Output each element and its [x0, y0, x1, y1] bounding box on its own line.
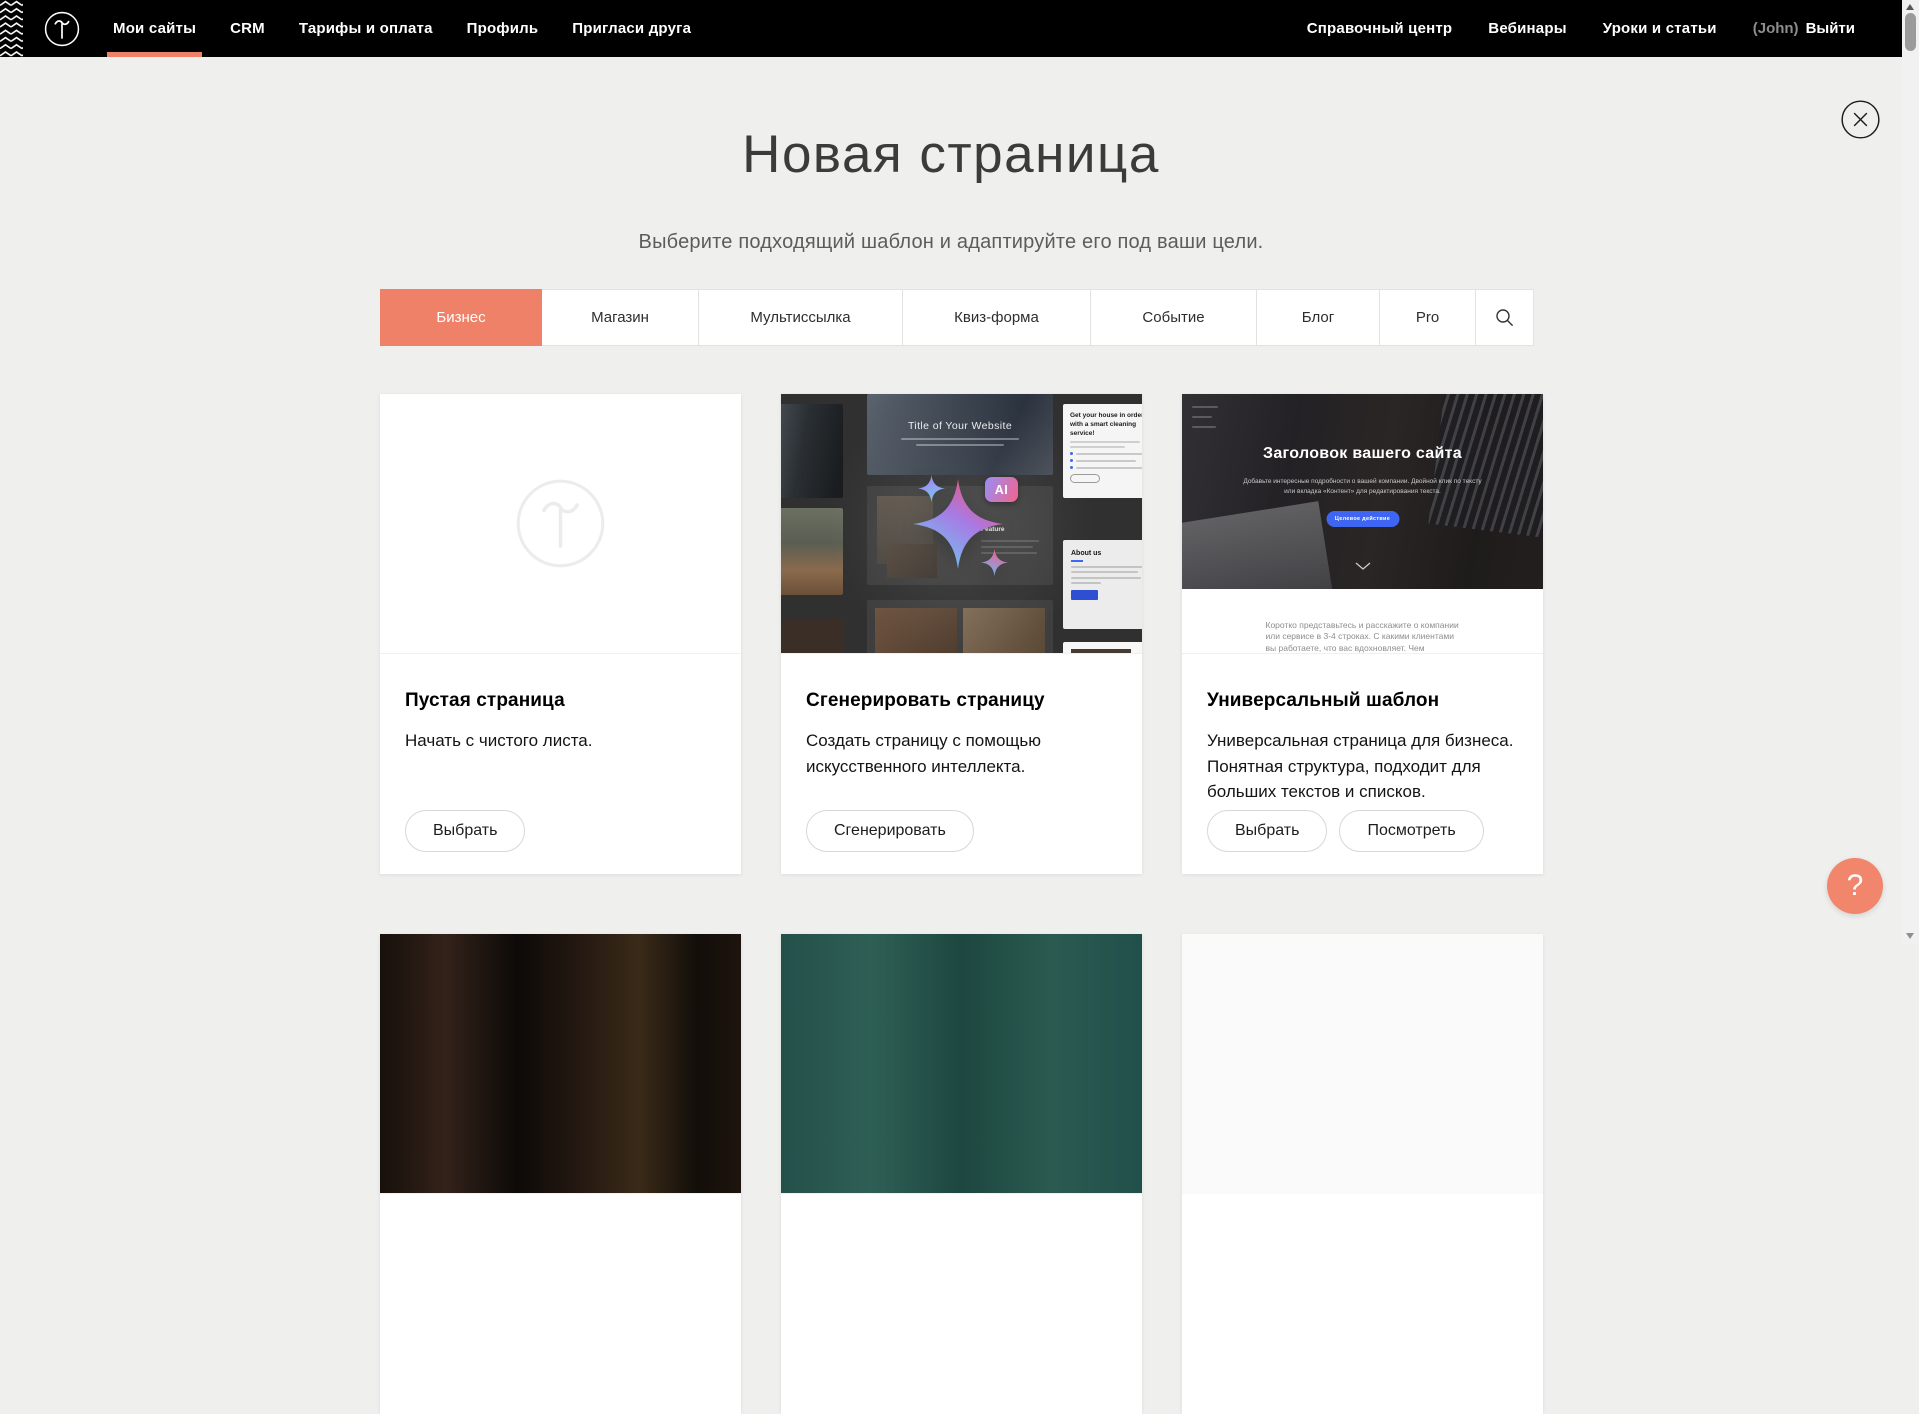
help-button[interactable]: ?: [1827, 858, 1883, 914]
tab-multilink[interactable]: Мультиссылка: [699, 289, 903, 346]
card-description: Начать с чистого листа.: [405, 728, 716, 754]
preview-body-text: Коротко представьтесь и расскажите о ком…: [1266, 620, 1460, 654]
card-description: Универсальная страница для бизнеса. Поня…: [1207, 728, 1518, 805]
search-icon: [1495, 308, 1514, 327]
generate-button[interactable]: Сгенерировать: [806, 810, 974, 852]
template-preview: [380, 934, 741, 1194]
scrollbar-up-arrow-icon[interactable]: [1906, 4, 1914, 10]
preview-tile-heading: Get your house in order with a smart cle…: [1070, 412, 1142, 438]
ai-sparkle-small-icon: [918, 475, 945, 502]
logout-link[interactable]: Выйти: [1806, 20, 1855, 37]
primary-menu: Мои сайты CRM Тарифы и оплата Профиль Пр…: [113, 0, 691, 57]
scrollbar-thumb[interactable]: [1905, 13, 1916, 51]
preview-button[interactable]: Посмотреть: [1339, 810, 1483, 852]
blank-page-preview: [380, 394, 741, 654]
question-mark-icon: ?: [1847, 869, 1864, 903]
nav-item-crm[interactable]: CRM: [230, 0, 265, 57]
preview-about-tile: About us: [1063, 540, 1142, 629]
preview-gallery-tile: [867, 600, 1053, 654]
nav-item-invite-friend[interactable]: Пригласи друга: [572, 0, 691, 57]
ai-badge: AI: [985, 477, 1018, 502]
preview-photo-tile: [781, 508, 843, 595]
zigzag-pattern-decoration: [0, 0, 23, 57]
chevron-down-icon: [1355, 562, 1371, 570]
template-card[interactable]: [380, 934, 741, 1414]
user-logout[interactable]: (John) Выйти: [1753, 0, 1855, 57]
card-title: Пустая страница: [405, 690, 716, 712]
page-title: Новая страница: [0, 124, 1902, 185]
preview-hero-section: Заголовок вашего сайта Добавьте интересн…: [1182, 394, 1543, 589]
nav-item-webinars[interactable]: Вебинары: [1488, 0, 1566, 57]
template-card-ai-generate[interactable]: Title of Your Website Feature Get your h…: [781, 394, 1142, 874]
tab-event[interactable]: Событие: [1091, 289, 1257, 346]
universal-template-preview: Заголовок вашего сайта Добавьте интересн…: [1182, 394, 1543, 654]
top-navigation: Мои сайты CRM Тарифы и оплата Профиль Пр…: [0, 0, 1902, 57]
template-preview: [1182, 934, 1543, 1194]
card-title: Сгенерировать страницу: [806, 690, 1117, 712]
scrollbar-down-arrow-icon[interactable]: [1906, 933, 1914, 939]
preview-photo-tile: [781, 619, 843, 654]
template-cards-row-2: [380, 934, 1543, 1414]
card-description: Создать страницу с помощью искусственног…: [806, 728, 1117, 779]
preview-photo-tile: [1063, 642, 1142, 654]
template-card-blank-page[interactable]: Пустая страница Начать с чистого листа. …: [380, 394, 741, 874]
template-category-tabs: Бизнес Магазин Мультиссылка Квиз-форма С…: [380, 289, 1534, 346]
tilda-logo[interactable]: [43, 10, 81, 48]
choose-button[interactable]: Выбрать: [405, 810, 525, 852]
preview-hero-subtitle: Добавьте интересные подробности о вашей …: [1242, 477, 1484, 497]
template-preview: [781, 934, 1142, 1194]
preview-hero-title: Title of Your Website: [867, 420, 1053, 432]
nav-item-lessons[interactable]: Уроки и статьи: [1603, 0, 1717, 57]
template-card[interactable]: [1182, 934, 1543, 1414]
tab-blog[interactable]: Блог: [1257, 289, 1380, 346]
tab-search[interactable]: [1476, 289, 1534, 346]
nav-item-profile[interactable]: Профиль: [467, 0, 539, 57]
ai-generate-preview: Title of Your Website Feature Get your h…: [781, 394, 1142, 654]
nav-item-my-sites[interactable]: Мои сайты: [113, 0, 196, 57]
tab-quiz-form[interactable]: Квиз-форма: [903, 289, 1091, 346]
template-card[interactable]: [781, 934, 1142, 1414]
preview-hero-title: Заголовок вашего сайта: [1182, 445, 1543, 463]
secondary-menu: Справочный центр Вебинары Уроки и статьи…: [1307, 0, 1855, 57]
tilda-watermark-icon: [513, 476, 608, 571]
template-card-universal[interactable]: Заголовок вашего сайта Добавьте интересн…: [1182, 394, 1543, 874]
ai-sparkle-small-icon: [981, 549, 1008, 576]
vertical-scrollbar[interactable]: [1902, 0, 1919, 944]
preview-cta-button: Целевое действие: [1326, 511, 1399, 527]
template-cards-row-1: Пустая страница Начать с чистого листа. …: [380, 394, 1543, 874]
nav-item-help-center[interactable]: Справочный центр: [1307, 0, 1453, 57]
preview-about-heading: About us: [1071, 550, 1142, 557]
nav-item-tariffs[interactable]: Тарифы и оплата: [299, 0, 433, 57]
preview-text-tile: Get your house in order with a smart cle…: [1063, 404, 1142, 498]
tab-shop[interactable]: Магазин: [542, 289, 699, 346]
tab-pro[interactable]: Pro: [1380, 289, 1476, 346]
tab-business[interactable]: Бизнес: [380, 289, 542, 346]
preview-photo-tile: [781, 404, 843, 498]
user-name: (John): [1753, 20, 1799, 37]
preview-text-section: Коротко представьтесь и расскажите о ком…: [1182, 589, 1543, 653]
page-subtitle: Выберите подходящий шаблон и адаптируйте…: [0, 231, 1902, 254]
card-title: Универсальный шаблон: [1207, 690, 1518, 712]
preview-hero-tile: Title of Your Website: [867, 394, 1053, 475]
choose-button[interactable]: Выбрать: [1207, 810, 1327, 852]
